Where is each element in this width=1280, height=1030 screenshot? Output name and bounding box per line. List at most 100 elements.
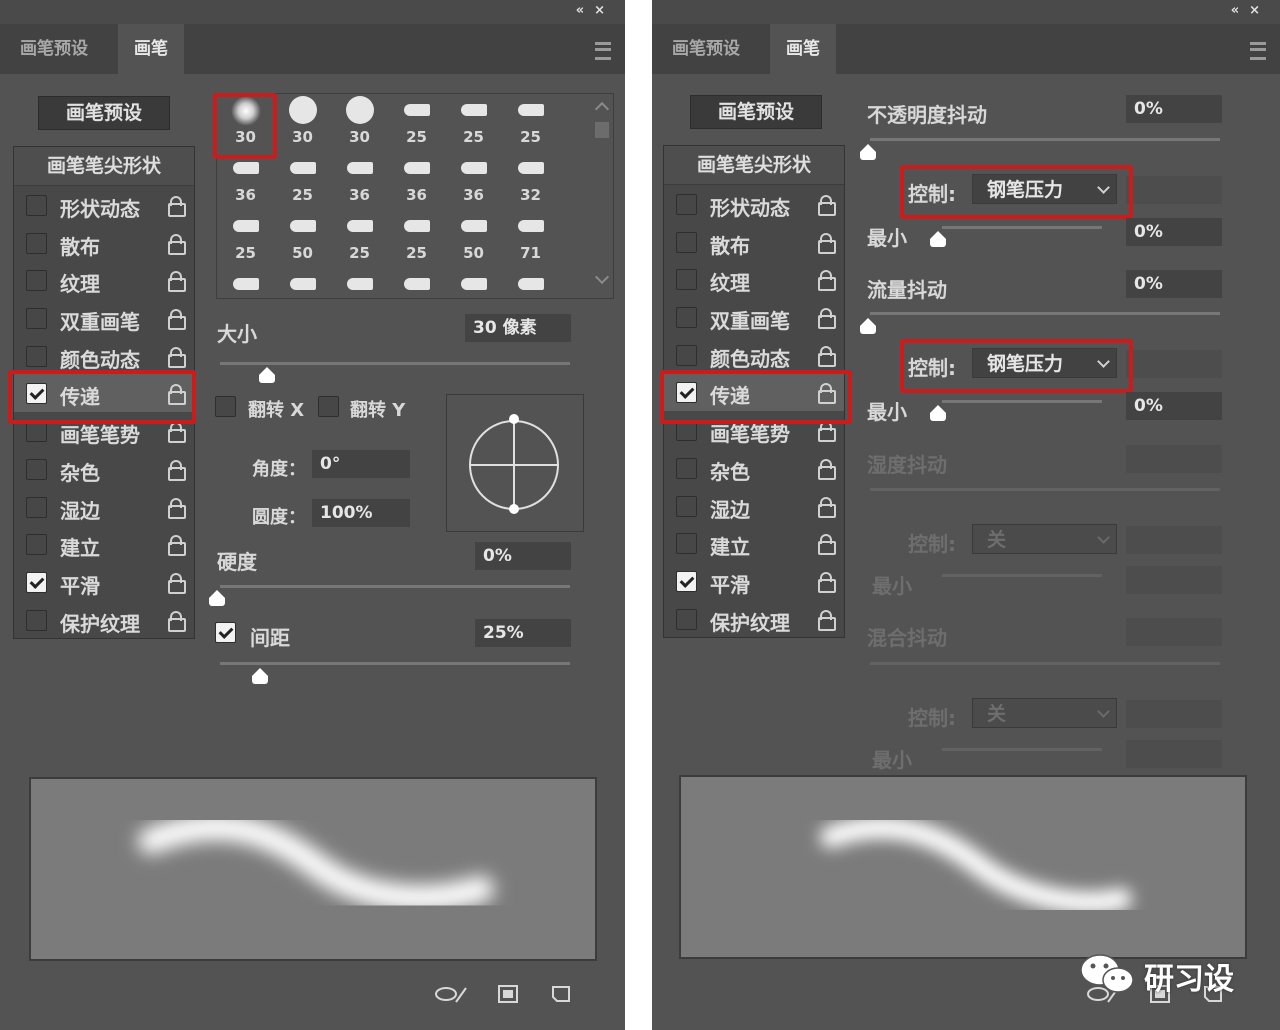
- brush-tip[interactable]: [331, 268, 388, 296]
- toggle-live-tip-icon[interactable]: [434, 985, 467, 1003]
- checkbox[interactable]: [676, 307, 697, 329]
- checkbox[interactable]: [26, 421, 47, 443]
- brush-tip[interactable]: 50: [274, 210, 331, 268]
- min-field[interactable]: 0%: [1126, 218, 1222, 246]
- lock-icon[interactable]: [818, 571, 836, 593]
- brush-tip[interactable]: [445, 268, 502, 296]
- size-slider-track[interactable]: [220, 362, 570, 365]
- hardness-field[interactable]: 0%: [475, 542, 571, 570]
- tab-brush-presets[interactable]: 画笔预设: [4, 24, 104, 74]
- option-smoothing[interactable]: 平滑: [14, 563, 194, 601]
- lock-icon[interactable]: [818, 458, 836, 480]
- new-brush-icon[interactable]: [551, 985, 573, 1003]
- brush-tip[interactable]: [502, 268, 559, 296]
- option-noise[interactable]: 杂色: [14, 450, 194, 488]
- lock-icon[interactable]: [168, 610, 186, 632]
- brush-tip-shape-item[interactable]: 画笔笔尖形状: [14, 147, 194, 186]
- checkbox[interactable]: [676, 194, 697, 215]
- brush-tip[interactable]: 25: [274, 152, 331, 210]
- brush-tip[interactable]: 25: [331, 210, 388, 268]
- option-color-dynamics[interactable]: 颜色动态: [664, 336, 844, 374]
- option-texture[interactable]: 纹理: [14, 261, 194, 299]
- option-color-dynamics[interactable]: 颜色动态: [14, 337, 194, 375]
- option-scattering[interactable]: 散布: [14, 224, 194, 262]
- checkbox[interactable]: [26, 270, 47, 292]
- collapse-close-icons[interactable]: «×: [1231, 3, 1270, 18]
- panel-menu-icon[interactable]: [595, 42, 611, 60]
- option-protect-texture[interactable]: 保护纹理: [664, 600, 844, 638]
- option-texture[interactable]: 纹理: [664, 260, 844, 298]
- brush-tip[interactable]: [217, 268, 274, 296]
- lock-icon[interactable]: [168, 422, 186, 444]
- brush-tip[interactable]: 25: [502, 94, 559, 152]
- lock-icon[interactable]: [168, 309, 186, 331]
- min-slider-track[interactable]: [942, 226, 1102, 229]
- brush-tip[interactable]: 25: [388, 210, 445, 268]
- opacity-jitter-slider-thumb[interactable]: [860, 144, 876, 160]
- option-shape-dynamics[interactable]: 形状动态: [664, 185, 844, 223]
- flow-jitter-field[interactable]: 0%: [1126, 270, 1222, 298]
- checkbox[interactable]: [26, 609, 47, 631]
- lock-icon[interactable]: [168, 196, 186, 217]
- lock-icon[interactable]: [168, 346, 186, 368]
- collapse-close-icons[interactable]: «×: [576, 3, 615, 18]
- checkbox-checked[interactable]: [26, 571, 47, 593]
- lock-icon[interactable]: [168, 572, 186, 594]
- option-protect-texture[interactable]: 保护纹理: [14, 601, 194, 639]
- min-slider-thumb[interactable]: [930, 231, 946, 247]
- angle-roundness-widget[interactable]: [446, 394, 584, 532]
- min2-slider-thumb[interactable]: [930, 405, 946, 421]
- roundness-field[interactable]: 100%: [312, 499, 410, 527]
- option-smoothing[interactable]: 平滑: [664, 562, 844, 600]
- checkbox[interactable]: [676, 344, 697, 366]
- option-build-up[interactable]: 建立: [14, 525, 194, 563]
- checkbox[interactable]: [26, 308, 47, 330]
- brush-tip[interactable]: 36: [388, 152, 445, 210]
- angle-circle-icon[interactable]: [447, 395, 583, 531]
- tab-brush[interactable]: 画笔: [770, 24, 836, 74]
- checkbox[interactable]: [26, 458, 47, 480]
- flip-x-checkbox[interactable]: [215, 396, 236, 417]
- option-shape-dynamics[interactable]: 形状动态: [14, 186, 194, 224]
- option-scattering[interactable]: 散布: [664, 223, 844, 261]
- lock-icon[interactable]: [168, 459, 186, 481]
- lock-icon[interactable]: [818, 308, 836, 330]
- brush-tip[interactable]: 32: [502, 152, 559, 210]
- brush-tip[interactable]: [274, 268, 331, 296]
- size-slider-thumb[interactable]: [259, 367, 275, 383]
- option-build-up[interactable]: 建立: [664, 524, 844, 562]
- flow-jitter-slider-thumb[interactable]: [860, 318, 876, 334]
- flow-jitter-slider-track[interactable]: [870, 312, 1220, 315]
- option-dual-brush[interactable]: 双重画笔: [14, 299, 194, 337]
- checkbox[interactable]: [676, 457, 697, 479]
- min2-field[interactable]: 0%: [1126, 392, 1222, 420]
- lock-icon[interactable]: [818, 345, 836, 367]
- hardness-slider-thumb[interactable]: [209, 590, 225, 606]
- brush-tip[interactable]: 36: [217, 152, 274, 210]
- size-field[interactable]: 30 像素: [465, 314, 571, 342]
- tip-grid-scrollbar[interactable]: [594, 100, 610, 290]
- lock-icon[interactable]: [818, 534, 836, 556]
- brush-presets-button[interactable]: 画笔预设: [38, 96, 170, 130]
- checkbox[interactable]: [676, 533, 697, 555]
- lock-icon[interactable]: [168, 535, 186, 557]
- flip-y-checkbox[interactable]: [318, 396, 339, 417]
- brush-grid-icon[interactable]: [498, 985, 520, 1003]
- checkbox[interactable]: [676, 495, 697, 517]
- min2-slider-track[interactable]: [942, 400, 1102, 403]
- checkbox[interactable]: [676, 608, 697, 630]
- tab-brush[interactable]: 画笔: [118, 24, 184, 74]
- checkbox[interactable]: [26, 232, 47, 254]
- brush-tip[interactable]: 30: [331, 94, 388, 152]
- tab-brush-presets[interactable]: 画笔预设: [656, 24, 756, 74]
- scroll-thumb[interactable]: [595, 122, 609, 138]
- lock-icon[interactable]: [818, 195, 836, 216]
- spacing-slider-thumb[interactable]: [252, 668, 268, 684]
- option-wet-edges[interactable]: 湿边: [664, 487, 844, 525]
- lock-icon[interactable]: [818, 609, 836, 631]
- lock-icon[interactable]: [168, 497, 186, 519]
- spacing-checkbox[interactable]: [215, 622, 236, 643]
- brush-tip[interactable]: 36: [445, 152, 502, 210]
- brush-tip[interactable]: 71: [502, 210, 559, 268]
- checkbox[interactable]: [676, 269, 697, 291]
